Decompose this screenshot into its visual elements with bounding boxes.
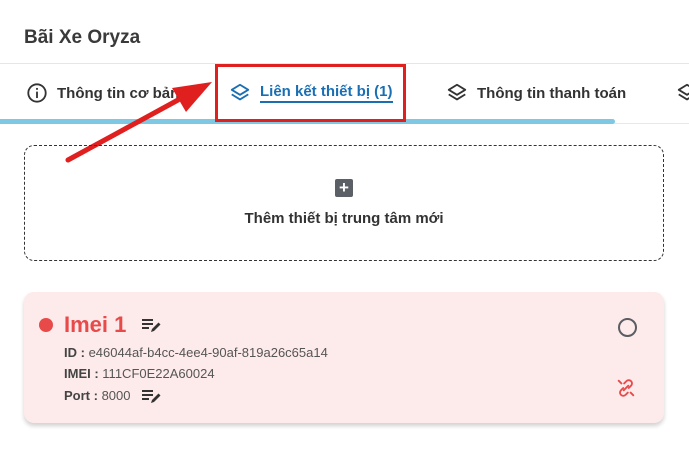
id-value: e46044af-b4cc-4ee4-90af-819a26c65a14 [88,345,328,360]
device-imei: IMEI : 111CF0E22A60024 [64,366,215,381]
highlight-box [215,64,406,122]
imei-value: 111CF0E22A60024 [102,366,215,381]
add-device-button[interactable]: + Thêm thiết bị trung tâm mới [24,145,664,261]
edit-port-icon[interactable] [142,389,162,405]
status-dot [39,318,53,332]
tab-label: Thông tin cơ bản [57,84,180,102]
tab-label: Thông tin thanh toán [477,84,627,102]
imei-label: IMEI : [64,366,99,381]
device-id: ID : e46044af-b4cc-4ee4-90af-819a26c65a1… [64,345,328,360]
device-name: Imei 1 [64,312,127,337]
device-port: Port : 8000 [64,388,131,403]
page-title: Bãi Xe Oryza [24,27,141,48]
port-value: 8000 [101,388,131,403]
unlink-icon[interactable] [615,377,637,399]
id-label: ID : [64,345,85,360]
device-card: Imei 1 ID : e46044af-b4cc-4ee4-90af-819a… [24,292,664,423]
plus-square-icon: + [335,179,353,197]
port-label: Port : [64,388,98,403]
edit-icon[interactable] [142,318,162,334]
tab-payment-info[interactable]: Thông tin thanh toán [446,80,626,106]
tab-more[interactable] [676,80,689,106]
layers-icon [677,83,689,101]
select-radio[interactable] [618,318,637,337]
tab-bar: Thông tin cơ bản Liên kết thiết bị (1) T… [0,64,689,124]
header: Bãi Xe Oryza [0,0,689,64]
add-device-label: Thêm thiết bị trung tâm mới [244,210,444,227]
tab-basic-info[interactable]: Thông tin cơ bản [26,80,179,106]
layers-icon [447,83,467,101]
info-circle-icon [27,83,47,103]
